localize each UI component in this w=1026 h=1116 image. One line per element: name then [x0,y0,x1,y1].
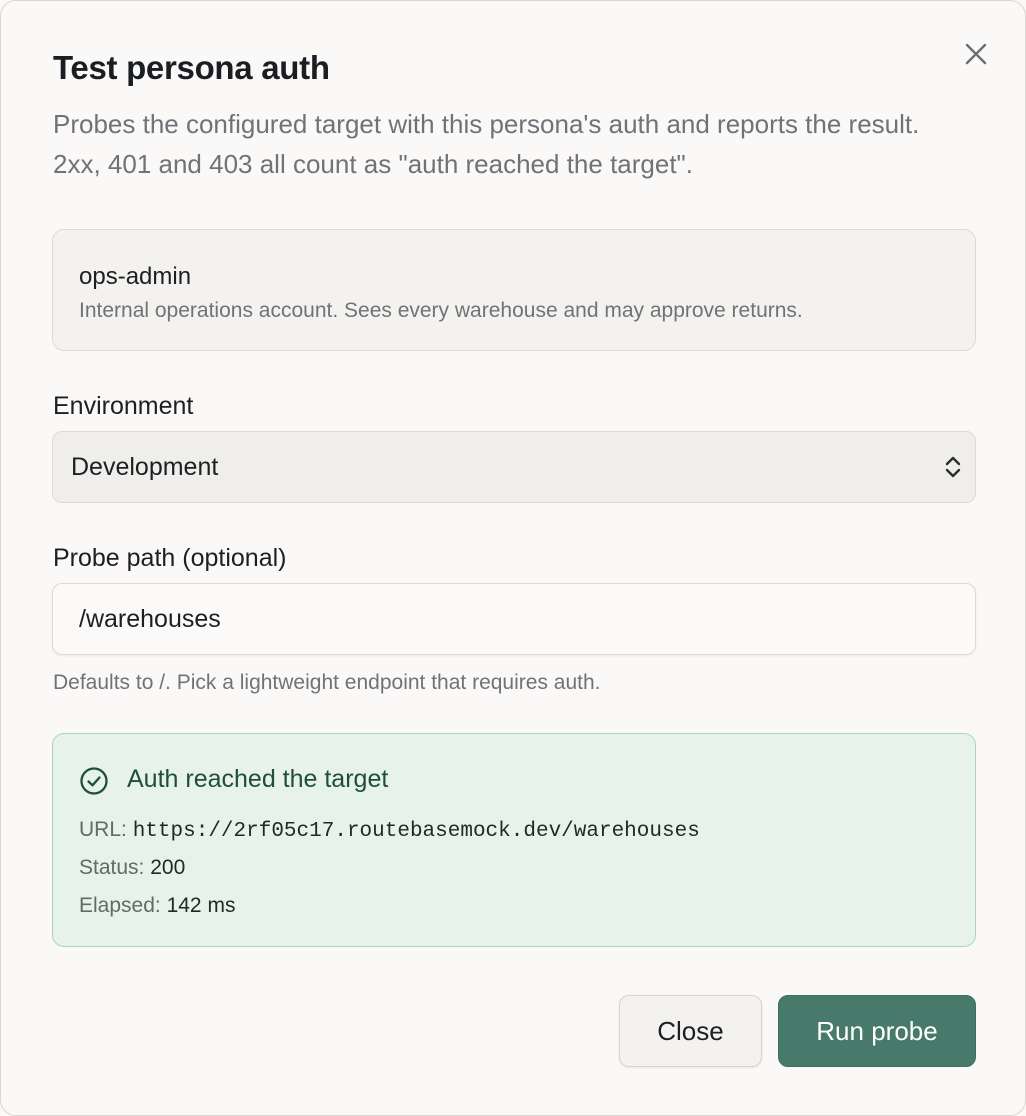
environment-selected-value: Development [71,452,219,481]
close-icon[interactable] [959,37,993,71]
environment-select[interactable]: Development [52,431,976,503]
run-probe-button[interactable]: Run probe [778,995,976,1067]
result-url-label: URL: [79,818,127,841]
result-url-line: URL: https://2rf05c17.routebasemock.dev/… [79,818,700,843]
close-button[interactable]: Close [619,995,762,1067]
check-circle-icon [80,767,108,795]
persona-name: ops-admin [79,263,192,290]
environment-label: Environment [53,392,194,420]
probe-result-panel: Auth reached the target URL: https://2rf… [52,733,976,947]
dialog-title: Test persona auth [53,49,330,86]
result-elapsed-label: Elapsed: [79,894,161,917]
result-title: Auth reached the target [127,765,389,793]
chevron-up-down-icon [945,456,961,478]
probe-path-value: /warehouses [79,604,221,633]
probe-path-helper: Defaults to /. Pick a lightweight endpoi… [53,671,601,694]
dialog-description: Probes the configured target with this p… [53,109,920,179]
result-status-value: 200 [150,856,186,879]
probe-path-label: Probe path (optional) [53,544,287,572]
test-persona-auth-dialog: Test persona auth Probes the configured … [0,0,1026,1116]
persona-description: Internal operations account. Sees every … [79,299,803,322]
result-status-label: Status: [79,856,145,879]
result-status-line: Status: 200 [79,856,185,880]
result-elapsed-line: Elapsed: 142 ms [79,894,235,918]
result-url-value: https://2rf05c17.routebasemock.dev/wareh… [132,820,700,843]
persona-card: ops-admin Internal operations account. S… [52,229,976,351]
result-elapsed-value: 142 ms [166,894,236,917]
probe-path-input[interactable]: /warehouses [52,583,976,655]
